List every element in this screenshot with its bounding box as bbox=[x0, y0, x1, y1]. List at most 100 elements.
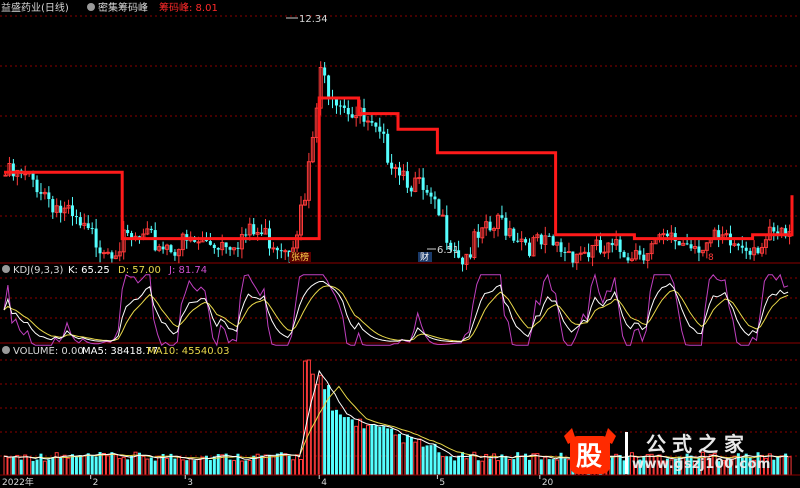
volume-bar bbox=[59, 457, 63, 475]
candle-body bbox=[437, 199, 441, 216]
candle-body bbox=[500, 215, 504, 218]
volume-bar bbox=[445, 456, 449, 475]
candle-body bbox=[512, 228, 516, 241]
candle-body bbox=[382, 131, 386, 134]
stock-name-label: 益盛药业(日线) bbox=[1, 1, 69, 14]
volume-bar bbox=[149, 457, 153, 475]
volume-bar bbox=[126, 459, 130, 475]
candle-body bbox=[173, 252, 177, 256]
volume-bar bbox=[334, 409, 338, 475]
candle-body bbox=[756, 247, 760, 254]
volume-bar bbox=[504, 455, 508, 475]
candle-body bbox=[417, 177, 422, 180]
volume-bar bbox=[137, 452, 141, 475]
candle-body bbox=[598, 240, 602, 253]
candle-body bbox=[260, 232, 264, 235]
candle-body bbox=[440, 214, 445, 217]
candle-body bbox=[697, 246, 701, 253]
volume-bar bbox=[19, 459, 23, 475]
candle-body bbox=[516, 240, 520, 242]
volume-label: VOLUME: 0.00 bbox=[13, 346, 84, 357]
candle-body bbox=[626, 257, 630, 261]
volume-bar bbox=[539, 459, 543, 475]
candle-body bbox=[153, 230, 157, 251]
candle-body bbox=[602, 251, 607, 254]
volume-bar bbox=[453, 460, 457, 475]
watermark-url: www.gszj100.com bbox=[632, 457, 771, 472]
candle-body bbox=[102, 252, 106, 255]
candle-body bbox=[51, 199, 55, 213]
event-tag-1: 张榜 bbox=[291, 251, 309, 263]
volume-bar bbox=[130, 455, 134, 475]
settings-dot-icon[interactable] bbox=[87, 3, 95, 11]
volume-bar bbox=[216, 454, 220, 475]
volume-bar bbox=[409, 436, 413, 475]
candle-body bbox=[468, 254, 472, 258]
candle-body bbox=[3, 174, 8, 177]
candle-body bbox=[559, 242, 563, 252]
event-tag-2: 财 bbox=[420, 251, 429, 263]
volume-bar bbox=[94, 456, 98, 475]
candle-body bbox=[78, 217, 82, 226]
candle-body bbox=[228, 247, 232, 250]
candle-body bbox=[433, 196, 437, 200]
candle-body bbox=[47, 192, 51, 200]
candle-body bbox=[224, 242, 228, 248]
candle-body bbox=[488, 221, 492, 231]
volume-bar bbox=[244, 460, 248, 475]
volume-bar bbox=[35, 459, 39, 475]
candle-body bbox=[208, 241, 212, 245]
kdj-settings-icon[interactable] bbox=[2, 265, 10, 273]
volume-bar bbox=[47, 459, 51, 475]
volume-bar bbox=[449, 456, 453, 475]
volume-bar bbox=[425, 445, 429, 475]
volume-settings-icon[interactable] bbox=[2, 346, 10, 354]
candle-body bbox=[378, 126, 382, 132]
candle-body bbox=[566, 251, 571, 254]
volume-bar bbox=[461, 452, 465, 475]
candle-body bbox=[476, 231, 480, 238]
candle-body bbox=[409, 187, 413, 192]
candle-body bbox=[689, 244, 693, 249]
candle-body bbox=[524, 239, 528, 243]
candle-body bbox=[126, 229, 130, 234]
volume-bar bbox=[512, 459, 516, 475]
volume-bar bbox=[153, 460, 157, 475]
candle-body bbox=[90, 228, 94, 230]
event-tag-3: 8 bbox=[708, 253, 714, 263]
candle-body bbox=[105, 251, 110, 254]
candle-body bbox=[736, 243, 740, 246]
candle-body bbox=[342, 105, 346, 108]
candle-body bbox=[610, 243, 614, 246]
candle-body bbox=[398, 167, 401, 176]
volume-bar bbox=[228, 459, 232, 475]
candle-body bbox=[677, 241, 681, 246]
candle-body bbox=[279, 250, 283, 252]
x-tick-label: 4 bbox=[321, 478, 327, 488]
candle-body bbox=[271, 247, 276, 250]
volume-bar bbox=[398, 433, 401, 475]
candle-body bbox=[421, 177, 425, 190]
candle-body bbox=[236, 247, 240, 249]
candle-body bbox=[547, 235, 551, 237]
candle-body bbox=[196, 241, 201, 244]
volume-bar bbox=[350, 419, 354, 475]
kdj-d-label: D: 57.00 bbox=[118, 265, 161, 276]
candle-body bbox=[23, 173, 28, 176]
x-tick-label: 2 bbox=[93, 478, 99, 488]
volume-bar bbox=[287, 455, 291, 475]
stock-chart[interactable]: 益盛药业(日线) 密集筹码峰 筹码峰: 8.01 12.34 6.51 张榜 财… bbox=[0, 0, 800, 488]
candle-body bbox=[334, 99, 338, 106]
volume-bar bbox=[386, 428, 390, 475]
volume-bar bbox=[433, 443, 437, 475]
candle-body bbox=[563, 251, 567, 253]
candle-body bbox=[429, 192, 433, 197]
volume-bar bbox=[110, 452, 114, 475]
volume-bar bbox=[11, 457, 15, 475]
candle-body bbox=[587, 252, 591, 258]
candle-body bbox=[685, 243, 689, 245]
volume-bar bbox=[338, 414, 342, 475]
candle-body bbox=[528, 242, 532, 256]
candle-body bbox=[374, 122, 378, 127]
candle-body bbox=[212, 244, 216, 248]
